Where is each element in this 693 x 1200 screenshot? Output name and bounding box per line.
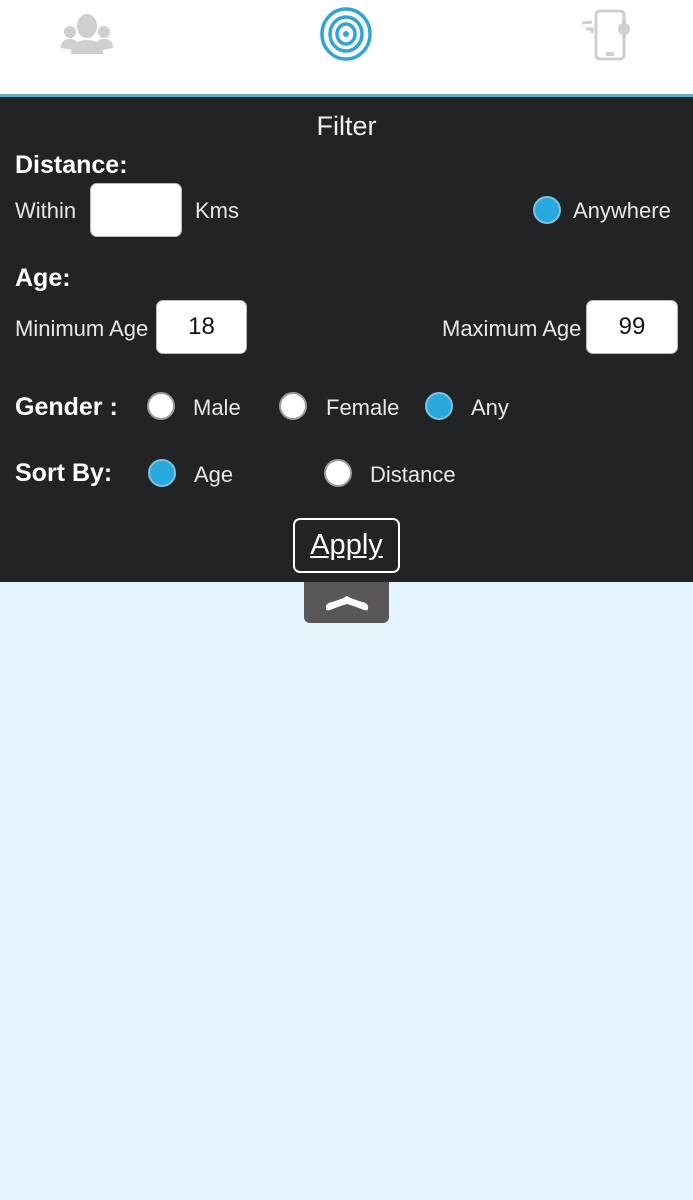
- anywhere-radio[interactable]: [533, 196, 561, 224]
- sort-age-radio[interactable]: [148, 459, 176, 487]
- gender-male-label: Male: [193, 395, 241, 420]
- chevron-up-icon: [325, 595, 368, 610]
- phone-settings-icon: [581, 9, 630, 61]
- filter-panel: Filter Distance: Within Kms Anywhere Age…: [0, 97, 693, 582]
- tab-people[interactable]: [57, 6, 117, 62]
- sort-distance-label: Distance: [370, 462, 456, 487]
- age-label: Age:: [15, 264, 71, 292]
- within-label: Within: [15, 198, 77, 223]
- tab-phone-settings[interactable]: [576, 6, 636, 62]
- max-age-label: Maximum Age: [442, 316, 582, 341]
- gender-any-label: Any: [471, 395, 509, 420]
- filter-title: Filter: [316, 111, 377, 141]
- kms-label: Kms: [195, 198, 239, 223]
- gender-label: Gender :: [15, 393, 118, 421]
- collapse-filter-button[interactable]: [304, 582, 389, 623]
- gender-female-radio[interactable]: [279, 392, 307, 420]
- sort-label: Sort By:: [15, 459, 113, 487]
- min-age-label: Minimum Age: [15, 316, 149, 341]
- people-icon: [61, 14, 113, 54]
- tab-radar[interactable]: [316, 6, 376, 62]
- radar-icon: [320, 7, 372, 61]
- apply-button[interactable]: Apply: [293, 518, 400, 573]
- sort-distance-radio[interactable]: [324, 459, 352, 487]
- distance-label: Distance:: [15, 151, 128, 179]
- distance-input[interactable]: [90, 183, 182, 237]
- min-age-input[interactable]: [156, 300, 247, 354]
- gender-any-radio[interactable]: [425, 392, 453, 420]
- top-nav-bar: [0, 0, 693, 95]
- max-age-input[interactable]: [586, 300, 678, 354]
- gender-female-label: Female: [326, 395, 400, 420]
- anywhere-label: Anywhere: [573, 198, 671, 223]
- sort-age-label: Age: [194, 462, 234, 487]
- gender-male-radio[interactable]: [147, 392, 175, 420]
